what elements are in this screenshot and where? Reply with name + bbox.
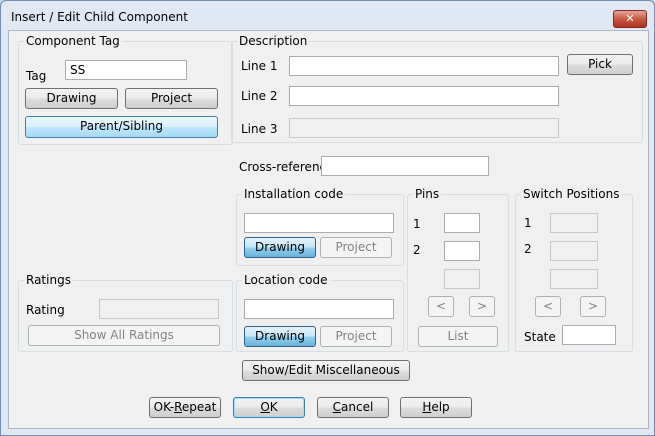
ok-repeat-label-mnemonic: R	[174, 400, 182, 414]
component-tag-group: Component Tag Tag SS Drawing Project Par…	[18, 35, 233, 145]
pin1-label: 1	[413, 217, 421, 231]
switch-positions-group: Switch Positions 1 2 < > State	[515, 188, 633, 352]
location-code-group-label: Location code	[242, 273, 330, 287]
window-title: Insert / Edit Child Component	[11, 10, 188, 24]
pins-group: Pins 1 2 < > List	[407, 188, 509, 352]
line1-label: Line 1	[241, 59, 278, 73]
installation-code-group: Installation code Drawing Project	[236, 188, 404, 266]
close-icon: ✕	[625, 12, 635, 25]
switch-pos2-label: 2	[524, 242, 532, 256]
title-bar: Insert / Edit Child Component ✕	[1, 1, 654, 31]
ok-label-mnemonic: O	[260, 400, 270, 414]
description-group-label: Description	[237, 34, 310, 48]
pins-group-label: Pins	[413, 187, 442, 201]
installation-code-group-label: Installation code	[242, 187, 346, 201]
show-edit-miscellaneous-button[interactable]: Show/Edit Miscellaneous	[242, 360, 410, 381]
line3-input[interactable]	[289, 118, 559, 138]
dialog-window: Insert / Edit Child Component ✕ Componen…	[0, 0, 655, 436]
ok-label-suffix: K	[269, 400, 278, 414]
line3-label: Line 3	[241, 122, 278, 136]
ok-repeat-label-suffix: epeat	[181, 400, 217, 414]
switch-pos2-input[interactable]	[550, 241, 598, 261]
pin2-input[interactable]	[444, 241, 480, 261]
pins-list-button[interactable]: List	[418, 326, 498, 347]
location-code-input[interactable]	[244, 299, 394, 319]
cancel-button[interactable]: Cancel	[317, 397, 389, 418]
switch-pos1-label: 1	[524, 216, 532, 230]
line2-input[interactable]	[289, 86, 559, 106]
show-all-ratings-button[interactable]: Show All Ratings	[28, 325, 220, 346]
location-code-group: Location code Drawing Project	[236, 274, 404, 352]
rating-label: Rating	[26, 303, 65, 317]
state-input[interactable]	[562, 325, 616, 345]
tag-input[interactable]: SS	[65, 60, 187, 80]
switch-pos1-input[interactable]	[550, 213, 598, 233]
help-label-mnemonic: H	[422, 400, 432, 414]
pins-prev-button[interactable]: <	[428, 296, 454, 317]
state-label: State	[524, 330, 556, 344]
tag-project-button[interactable]: Project	[125, 88, 218, 109]
pin3-input[interactable]	[444, 269, 480, 289]
dialog-client-area: Component Tag Tag SS Drawing Project Par…	[8, 30, 649, 429]
installation-drawing-button[interactable]: Drawing	[244, 237, 316, 258]
tag-drawing-button[interactable]: Drawing	[25, 88, 118, 109]
help-button[interactable]: Help	[400, 397, 472, 418]
installation-code-input[interactable]	[244, 213, 394, 233]
ratings-group-label: Ratings	[24, 273, 73, 287]
pins-next-button[interactable]: >	[469, 296, 495, 317]
cross-reference-label: Cross-reference	[239, 160, 334, 174]
ratings-group: Ratings Rating Show All Ratings	[18, 274, 233, 352]
pin2-label: 2	[413, 243, 421, 257]
description-group: Description Line 1 Pick Line 2 Line 3	[231, 35, 643, 143]
parent-sibling-button[interactable]: Parent/Sibling	[25, 116, 218, 138]
installation-project-button[interactable]: Project	[320, 237, 392, 258]
location-project-button[interactable]: Project	[320, 326, 392, 347]
close-button[interactable]: ✕	[613, 10, 647, 28]
pin1-input[interactable]	[444, 213, 480, 233]
line1-input[interactable]	[289, 56, 559, 76]
ok-button[interactable]: OK	[233, 397, 305, 418]
tag-label: Tag	[26, 69, 47, 83]
switch-pos3-input[interactable]	[550, 269, 598, 289]
cancel-label-mnemonic: C	[332, 400, 342, 414]
cancel-label-suffix: ancel	[341, 400, 374, 414]
location-drawing-button[interactable]: Drawing	[244, 326, 316, 347]
switch-prev-button[interactable]: <	[535, 296, 561, 317]
ok-repeat-label-prefix: OK-	[153, 400, 175, 414]
cross-reference-input[interactable]	[321, 156, 489, 176]
switch-positions-group-label: Switch Positions	[521, 187, 622, 201]
ok-repeat-button[interactable]: OK-Repeat	[149, 397, 221, 418]
switch-next-button[interactable]: >	[580, 296, 606, 317]
line2-label: Line 2	[241, 89, 278, 103]
help-label-suffix: elp	[431, 400, 450, 414]
component-tag-group-label: Component Tag	[24, 34, 122, 48]
rating-input[interactable]	[99, 299, 219, 319]
pick-button[interactable]: Pick	[567, 54, 633, 75]
